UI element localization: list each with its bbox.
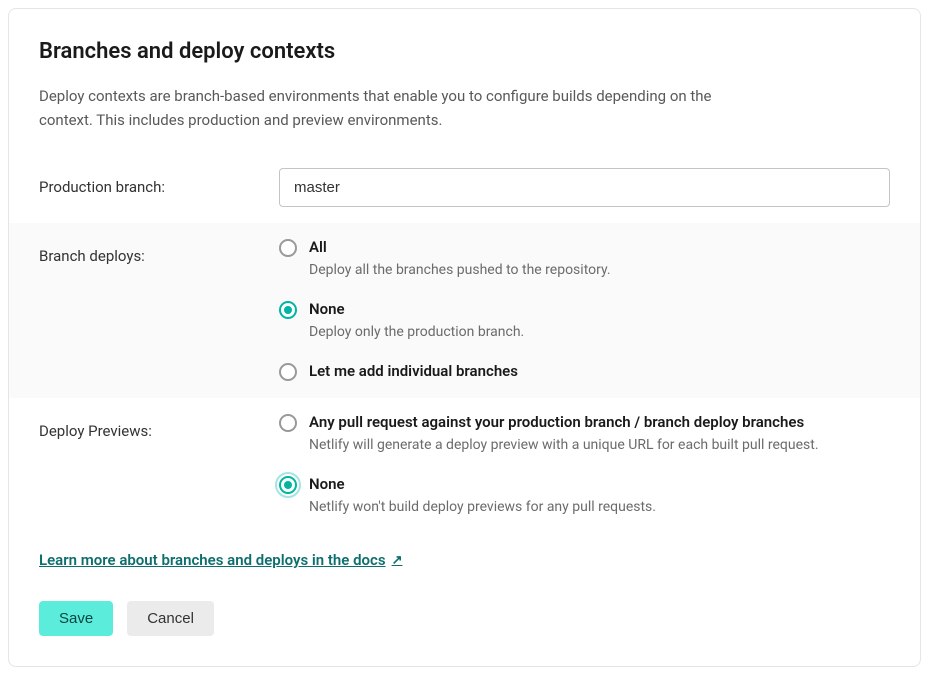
radio-label: Any pull request against your production… <box>309 412 890 433</box>
branch-deploys-label: Branch deploys: <box>39 237 279 265</box>
radio-icon <box>279 363 297 381</box>
radio-branch-all[interactable]: All Deploy all the branches pushed to th… <box>279 237 890 281</box>
radio-branch-none[interactable]: None Deploy only the production branch. <box>279 299 890 343</box>
radio-desc: Netlify won't build deploy previews for … <box>309 497 890 518</box>
card-header: Branches and deploy contexts Deploy cont… <box>9 9 920 152</box>
card-title: Branches and deploy contexts <box>39 39 890 64</box>
production-branch-input[interactable] <box>279 168 890 207</box>
docs-link-row: Learn more about branches and deploys in… <box>9 532 920 577</box>
radio-desc: Deploy all the branches pushed to the re… <box>309 260 890 281</box>
radio-label: None <box>309 299 890 320</box>
radio-desc: Netlify will generate a deploy preview w… <box>309 435 890 456</box>
cancel-button[interactable]: Cancel <box>127 601 214 636</box>
radio-label: None <box>309 474 890 495</box>
external-link-icon: ↗ <box>392 553 403 568</box>
radio-icon <box>279 301 297 319</box>
save-button[interactable]: Save <box>39 601 113 636</box>
radio-icon <box>279 239 297 257</box>
docs-link-text: Learn more about branches and deploys in… <box>39 551 386 569</box>
card-description: Deploy contexts are branch-based environ… <box>39 84 739 132</box>
radio-label: Let me add individual branches <box>309 361 890 382</box>
radio-label: All <box>309 237 890 258</box>
radio-previews-any[interactable]: Any pull request against your production… <box>279 412 890 456</box>
deploy-previews-label: Deploy Previews: <box>39 412 279 440</box>
actions-row: Save Cancel <box>9 577 920 666</box>
radio-desc: Deploy only the production branch. <box>309 322 890 343</box>
row-deploy-previews: Deploy Previews: Any pull request agains… <box>9 398 920 532</box>
deploy-contexts-card: Branches and deploy contexts Deploy cont… <box>8 8 921 667</box>
radio-icon <box>279 414 297 432</box>
row-branch-deploys: Branch deploys: All Deploy all the branc… <box>9 223 920 398</box>
production-branch-label: Production branch: <box>39 168 279 196</box>
radio-icon <box>279 476 297 494</box>
docs-link[interactable]: Learn more about branches and deploys in… <box>39 551 402 569</box>
radio-branch-individual[interactable]: Let me add individual branches <box>279 361 890 382</box>
row-production-branch: Production branch: <box>9 152 920 223</box>
radio-previews-none[interactable]: None Netlify won't build deploy previews… <box>279 474 890 518</box>
